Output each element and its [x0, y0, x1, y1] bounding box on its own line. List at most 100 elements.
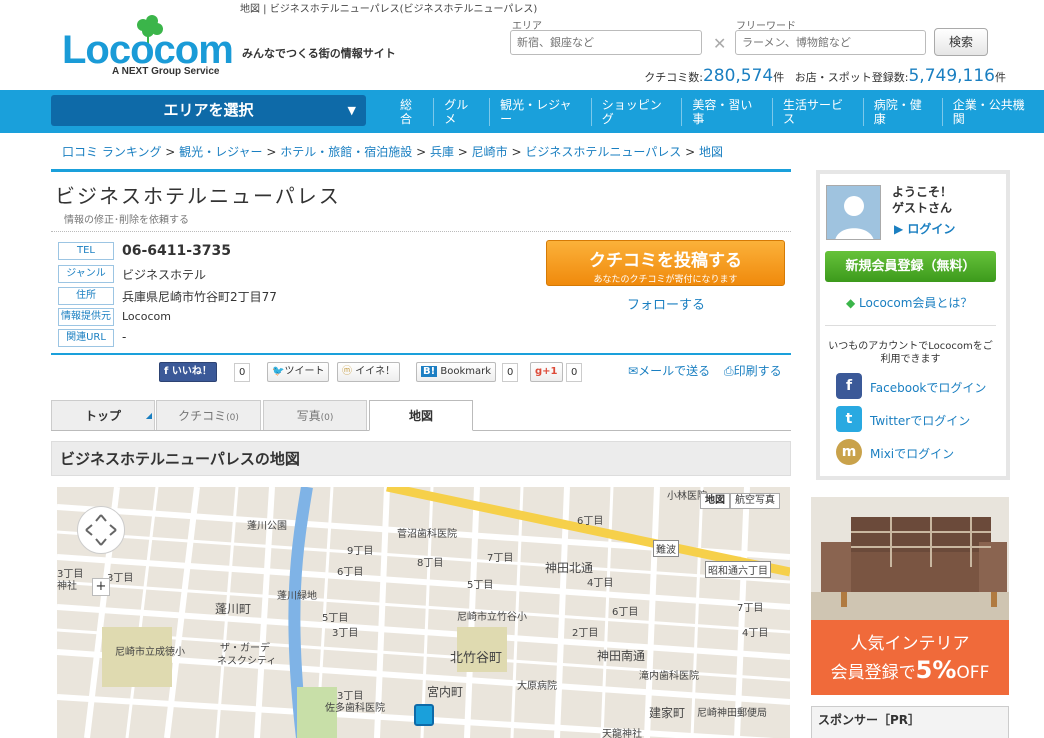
print-link[interactable]: ⎙印刷する [724, 362, 782, 379]
map-zoom-in-button[interactable]: + [92, 578, 110, 596]
member-info-label: Lococom会員とは？ [859, 296, 973, 310]
mixi-login[interactable]: m Mixiでログイン [836, 439, 1006, 465]
tweet-button[interactable]: 🐦ツイート [267, 362, 330, 382]
post-review-sublabel: あなたのクチコミが寄付になります [593, 275, 738, 285]
gplus-label: +1 [542, 366, 558, 377]
map-label: 蓬川緑地 [277, 591, 317, 602]
nav-item-general[interactable]: 総合 [390, 98, 433, 126]
keyword-search-input[interactable] [735, 30, 926, 55]
map-type-map-button[interactable]: 地図 [700, 493, 730, 509]
breadcrumb-ranking[interactable]: 口コミ ランキング [62, 145, 161, 159]
related-url-label: 関連URL [58, 329, 114, 347]
map-label: 4丁目 [587, 578, 614, 589]
mixi-check-button[interactable]: ⓜ イイネ！ [337, 362, 401, 382]
facebook-like-button[interactable]: f いいね！ [159, 362, 217, 382]
register-button[interactable]: 新規会員登録（無料） [825, 251, 996, 282]
map-label: 蓬川公園 [247, 521, 287, 532]
twitter-login-label: Twitterでログイン [870, 414, 971, 428]
spots-count: 5,749,116 [908, 66, 995, 86]
post-review-button[interactable]: クチコミを投稿する あなたのクチコミが寄付になります [546, 240, 785, 286]
map-label: 昭和通六丁目 [705, 561, 771, 578]
breadcrumb-leisure[interactable]: 観光・レジャー [179, 145, 262, 159]
fix-request-link[interactable]: 情報の修正･削除を依頼する [64, 211, 189, 226]
google-plus-button[interactable]: g+1 [530, 362, 563, 382]
interior-ad-banner[interactable]: 人気インテリア 会員登録で5%OFF [811, 497, 1009, 695]
search-button[interactable]: 検索 [934, 28, 988, 56]
nav-item-leisure[interactable]: 観光・レジャー [489, 97, 591, 126]
tab-reviews[interactable]: クチコミ(0) [156, 400, 261, 431]
logo-subtitle: A NEXT Group Service [112, 66, 220, 77]
breadcrumb-spot[interactable]: ビジネスホテルニューパレス [525, 145, 681, 159]
map-label: 8丁目 [417, 558, 444, 569]
breadcrumb-amagasaki[interactable]: 尼崎市 [472, 145, 508, 159]
guest-name: ゲストさん [892, 201, 953, 215]
pan-arrows-icon [85, 514, 117, 546]
map-label: 3丁目 [107, 573, 134, 584]
facebook-login[interactable]: f Facebookでログイン [836, 373, 1006, 399]
map-label: 7丁目 [737, 603, 764, 614]
tab-top-label: トップ [84, 409, 121, 423]
hatena-bookmark-button[interactable]: B! Bookmark [416, 362, 497, 382]
map-heading: ビジネスホテルニューパレスの地図 [51, 441, 791, 476]
breadcrumb-hotel[interactable]: ホテル・旅館・宿泊施設 [280, 145, 412, 159]
account-login-text: いつものアカウントでLococomをご利用できます [828, 341, 993, 365]
area-select-button[interactable]: エリアを選択 ▼ [51, 95, 366, 126]
map-label: 佐多歯科医院 [325, 703, 385, 714]
genre-label: ジャンル [58, 265, 114, 283]
tel-value: 06-6411-3735 [122, 243, 232, 259]
mail-send-label: メールで送る [638, 364, 711, 378]
mixi-login-label: Mixiでログイン [870, 447, 955, 461]
map-label: 3丁目 [332, 628, 359, 639]
ad-line1: 人気インテリア [850, 634, 970, 654]
map-type-control: 地図 航空写真 [700, 493, 780, 509]
mail-send-link[interactable]: ✉メールで送る [628, 362, 710, 379]
map-label: 建家町 [649, 706, 686, 720]
reviews-count-unit: 件 [773, 71, 785, 84]
map-type-aerial-button[interactable]: 航空写真 [730, 493, 780, 509]
twitter-bird-icon: 🐦 [272, 366, 285, 377]
google-map[interactable]: 蓬川公園 菅沼歯科医院 9丁目 8丁目 7丁目 3丁目 6丁目 6丁目 5丁目 … [57, 487, 790, 738]
mixi-icon: ⓜ [342, 366, 356, 377]
tab-photos[interactable]: 写真(0) [263, 400, 367, 431]
play-arrow-icon: ▶ [894, 222, 908, 236]
area-search-input[interactable] [510, 30, 702, 55]
lococom-logo[interactable]: Lococom A NEXT Group Service [62, 14, 234, 82]
tab-top[interactable]: トップ ◢ [51, 400, 155, 431]
nav-item-gourmet[interactable]: グルメ [433, 97, 489, 126]
map-label: 5丁目 [467, 580, 494, 591]
ad-discount: 5% [915, 656, 957, 684]
member-info-link[interactable]: ◆ Lococom会員とは？ [846, 294, 972, 311]
map-label: 7丁目 [487, 553, 514, 564]
genre-value: ビジネスホテル [122, 268, 207, 282]
related-url-value: - [122, 330, 127, 344]
map-label: 蓬川町 [215, 602, 252, 616]
site-tagline: みんなでつくる街の情報サイト [242, 47, 396, 60]
nav-item-beauty[interactable]: 美容・習い事 [681, 97, 772, 126]
facebook-icon: f [164, 366, 172, 377]
spots-count-unit: 件 [995, 71, 1006, 84]
reviews-count-label: クチコミ数: [644, 71, 703, 84]
tab-reviews-count: (0) [226, 413, 239, 423]
login-label: ログイン [907, 222, 956, 236]
breadcrumb-hyogo[interactable]: 兵庫 [430, 145, 454, 159]
login-link[interactable]: ▶ ログイン [894, 220, 955, 237]
map-label: 6丁目 [577, 516, 604, 527]
tab-photos-count: (0) [320, 413, 334, 423]
nav-item-company[interactable]: 企業・公共機関 [941, 97, 1044, 126]
nav-item-hospital[interactable]: 病院・健康 [862, 97, 942, 126]
nav-item-shopping[interactable]: ショッピング [590, 97, 682, 126]
printer-icon: ⎙ [724, 364, 734, 378]
tab-map[interactable]: 地図 [369, 400, 473, 431]
map-pan-control[interactable] [77, 506, 125, 554]
hotel-marker-icon[interactable] [414, 704, 434, 726]
map-label: 天龍神社 [602, 729, 642, 738]
follow-link[interactable]: フォローする [627, 294, 705, 313]
nav-item-life[interactable]: 生活サービス [772, 97, 863, 126]
map-label: 難波 [653, 540, 679, 557]
tab-photos-label: 写真 [296, 409, 321, 423]
map-label: 宮内町 [427, 685, 464, 699]
guest-avatar [826, 185, 881, 240]
tweet-label: ツイート [284, 366, 325, 377]
twitter-login[interactable]: t Twitterでログイン [836, 406, 1006, 432]
breadcrumb-map[interactable]: 地図 [699, 145, 723, 159]
